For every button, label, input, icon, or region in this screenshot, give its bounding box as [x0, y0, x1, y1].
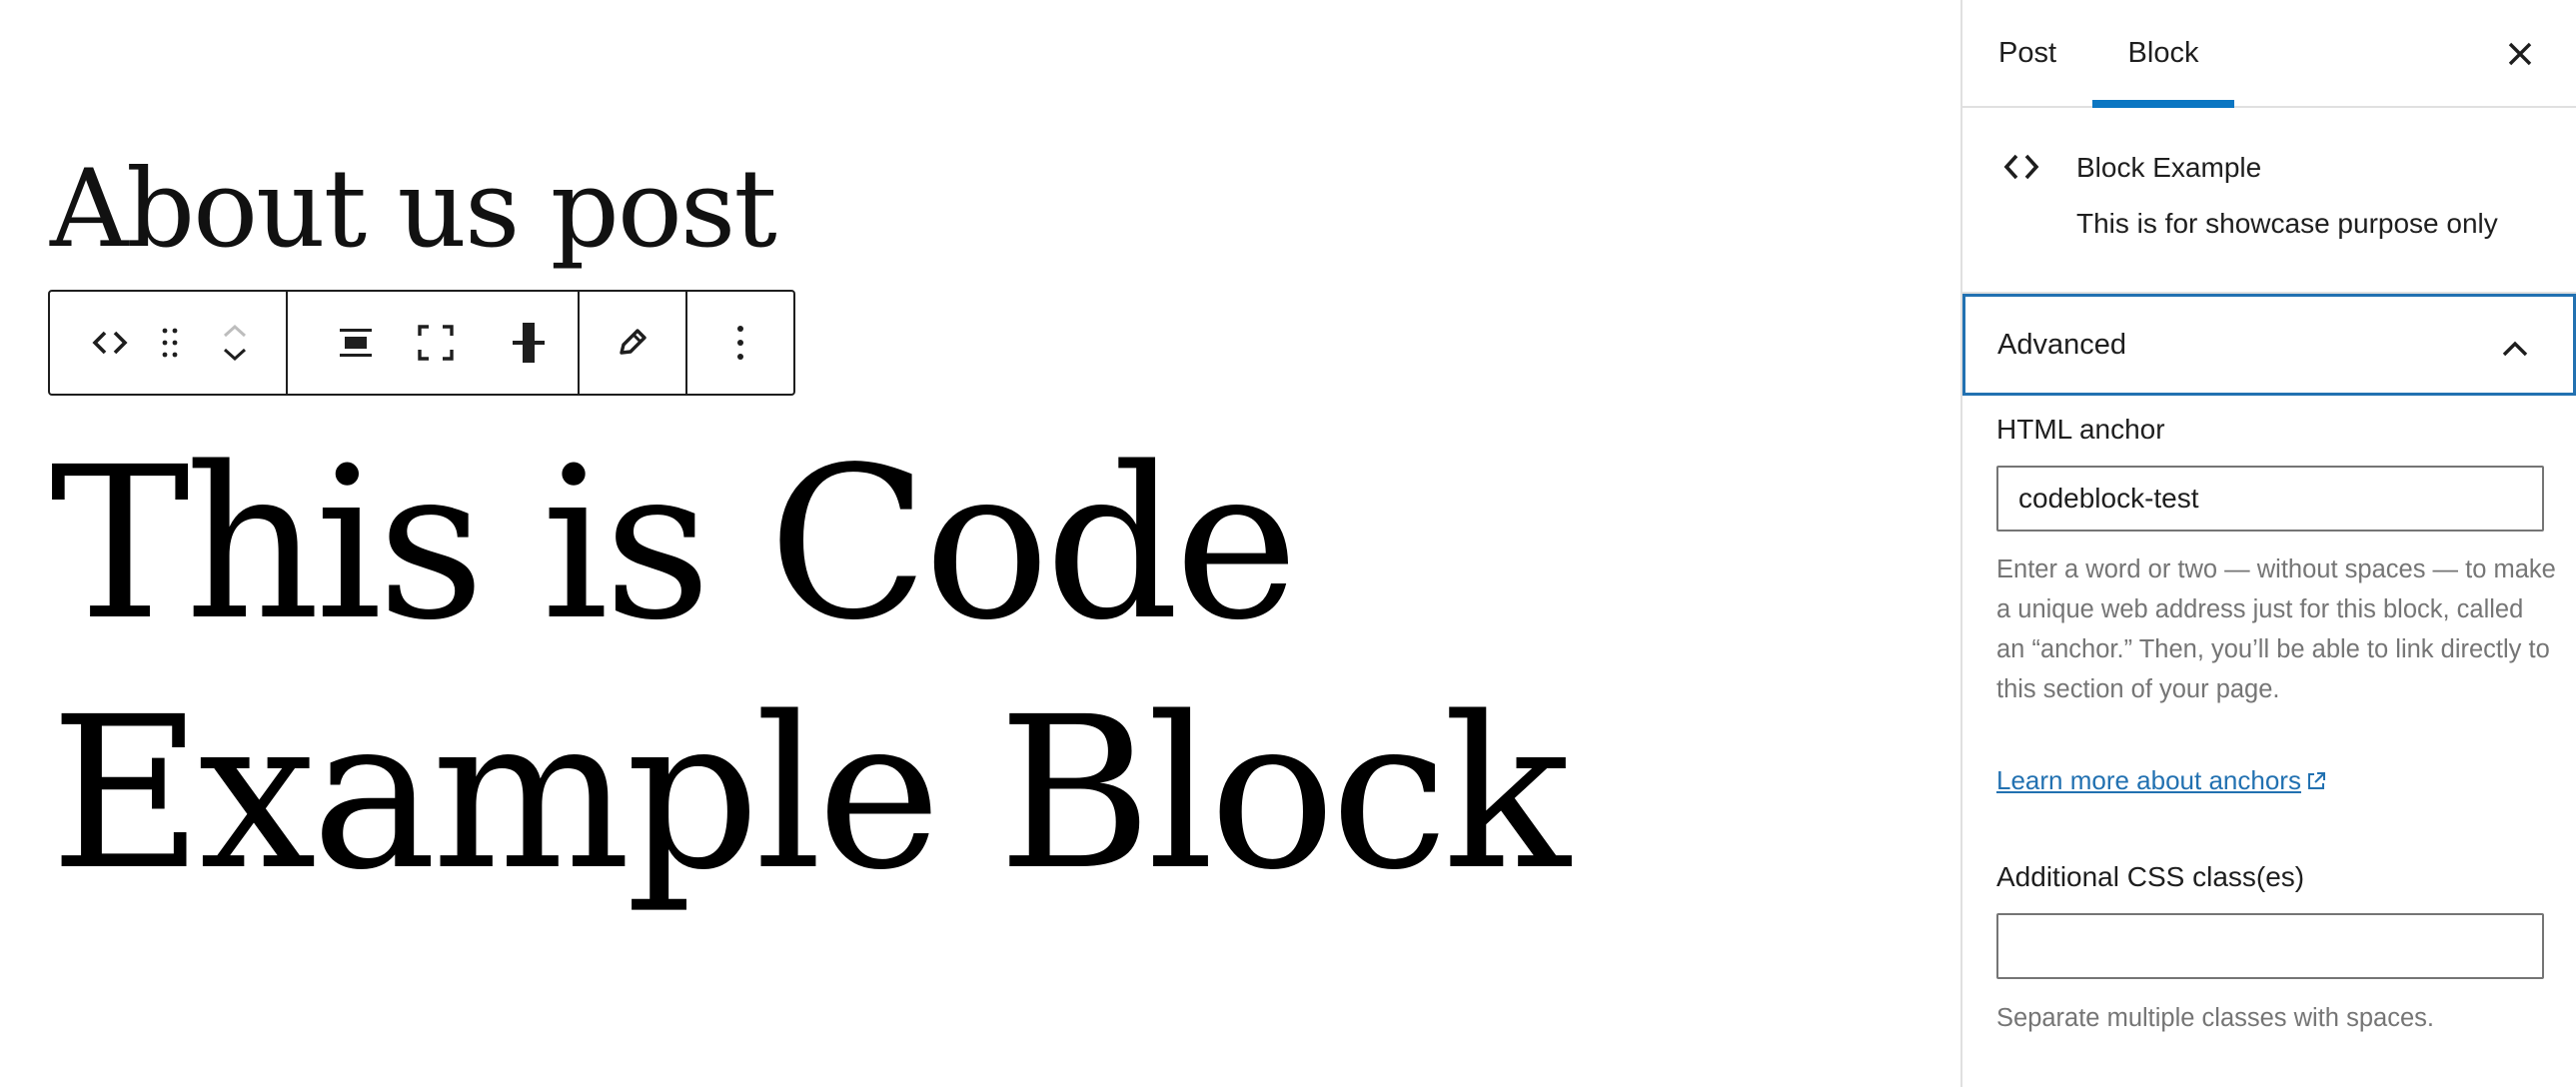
full-width-button[interactable]	[388, 292, 484, 394]
align-button[interactable]	[324, 292, 388, 394]
full-width-icon	[418, 325, 454, 361]
vertical-align-button[interactable]	[484, 292, 574, 394]
code-brackets-icon	[91, 330, 129, 356]
advanced-panel-title: Advanced	[1997, 328, 2126, 361]
block-text-line-2: Example Block	[50, 671, 1570, 916]
chevron-up-icon	[223, 324, 247, 338]
tab-post[interactable]: Post	[1998, 0, 2056, 106]
block-mover	[200, 292, 270, 394]
editor-canvas: About us post This is Code Example Block	[0, 0, 1960, 1087]
pencil-icon	[616, 326, 649, 360]
block-type-button[interactable]	[80, 292, 140, 394]
css-classes-help: Separate multiple classes with spaces.	[1996, 1004, 2434, 1032]
options-button[interactable]	[687, 292, 793, 394]
block-text-line-1: This is Code	[50, 422, 1299, 666]
tab-block[interactable]: Block	[2092, 0, 2234, 108]
move-down-button[interactable]	[222, 347, 248, 363]
block-card-icon	[2002, 152, 2040, 187]
more-vertical-icon	[735, 325, 745, 361]
learn-more-label: Learn more about anchors	[1996, 765, 2301, 795]
external-link-icon	[2307, 771, 2325, 789]
vertical-align-icon	[512, 323, 546, 363]
code-example-block[interactable]: This is Code Example Block	[50, 420, 1649, 919]
advanced-panel-toggle[interactable]: Advanced	[1962, 294, 2576, 396]
block-card-title: Block Example	[2076, 152, 2262, 183]
close-icon	[2508, 42, 2532, 66]
post-title[interactable]: About us post	[50, 150, 777, 270]
chevron-up-icon	[2501, 333, 2529, 366]
toolbar-group-block	[50, 292, 288, 394]
learn-more-anchors-link[interactable]: Learn more about anchors	[1996, 765, 2327, 796]
close-sidebar-button[interactable]	[2500, 34, 2540, 74]
align-center-icon	[339, 327, 373, 359]
html-anchor-label: HTML anchor	[1996, 414, 2165, 445]
block-toolbar	[48, 290, 795, 396]
edit-button[interactable]	[580, 292, 685, 394]
code-brackets-icon	[2003, 154, 2039, 180]
toolbar-group-layout	[288, 292, 580, 394]
chevron-down-icon	[223, 348, 247, 362]
html-anchor-input[interactable]	[1996, 466, 2544, 532]
drag-handle-icon	[161, 327, 179, 359]
css-classes-label: Additional CSS class(es)	[1996, 861, 2305, 892]
toolbar-group-edit	[580, 292, 687, 394]
move-up-button[interactable]	[222, 323, 248, 339]
toolbar-group-options	[687, 292, 793, 394]
drag-handle-button[interactable]	[140, 292, 200, 394]
css-classes-input[interactable]	[1996, 913, 2544, 979]
block-card-description: This is for showcase purpose only	[2076, 208, 2498, 239]
sidebar-header: Post Block	[1962, 0, 2576, 108]
html-anchor-help: Enter a word or two — without spaces — t…	[1996, 555, 2556, 703]
